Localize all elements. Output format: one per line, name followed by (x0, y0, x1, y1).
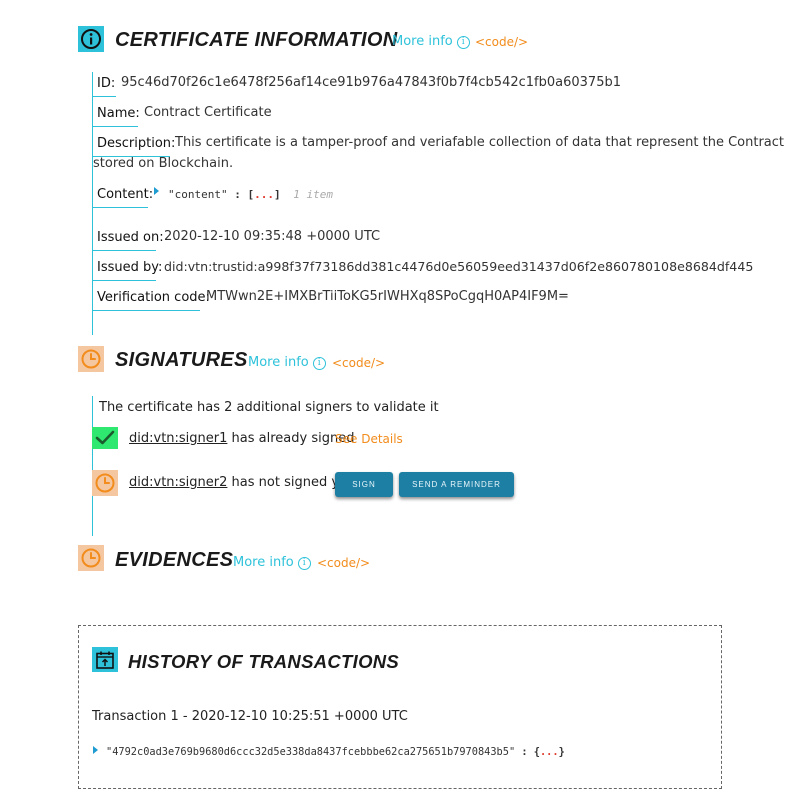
signer2-link[interactable]: did:vtn:signer2 (129, 475, 227, 490)
evidences-code-link[interactable]: <code/> (317, 556, 370, 570)
content-label: Content: (97, 187, 154, 202)
issued-by-underline (92, 280, 156, 281)
info-circle-icon: i (456, 36, 470, 49)
clock-icon (92, 470, 118, 496)
evidences-more-info-link[interactable]: More info i (233, 555, 311, 570)
transaction-label: Transaction 1 - 2020-12-10 10:25:51 +000… (92, 709, 408, 724)
more-info-label: More info (248, 355, 309, 370)
clock-icon (78, 346, 104, 372)
issued-by-label: Issued by: (97, 260, 163, 275)
info-icon (78, 26, 104, 52)
description-value-cont: stored on Blockchain. (93, 156, 234, 171)
transaction-json-key: "4792c0ad3e769b9680d6ccc32d5e338da8437fc… (106, 746, 516, 758)
issued-on-label: Issued on: (97, 230, 164, 245)
signer1-link[interactable]: did:vtn:signer1 (129, 431, 227, 446)
calendar-upload-icon (92, 647, 118, 672)
id-underline (92, 96, 116, 97)
transaction-expand-toggle[interactable] (93, 746, 98, 754)
verification-code-value: MTWwn2E+IMXBrTiiToKG5rIWHXq8SPoCgqH0AP4I… (206, 289, 569, 304)
certificate-more-info-link[interactable]: More info i (392, 34, 470, 49)
history-panel (78, 625, 722, 789)
more-info-label: More info (233, 555, 294, 570)
description-value: This certificate is a tamper-proof and v… (175, 135, 785, 150)
transaction-json-viewer[interactable]: "4792c0ad3e769b9680d6ccc32d5e338da8437fc… (106, 746, 565, 758)
signatures-title: SIGNATURES (115, 349, 248, 371)
content-expand-toggle[interactable] (154, 187, 159, 195)
transaction-json-ellipsis[interactable]: ... (540, 746, 559, 758)
issued-on-value: 2020-12-10 09:35:48 +0000 UTC (164, 229, 381, 244)
info-circle-icon: i (312, 357, 326, 370)
certificate-title: CERTIFICATE INFORMATION (115, 29, 398, 51)
description-label: Description: (97, 136, 176, 151)
issued-on-underline (92, 250, 156, 251)
history-title: HISTORY OF TRANSACTIONS (128, 651, 400, 672)
verification-code-label: Verification code: (97, 290, 210, 305)
name-label: Name: (97, 106, 140, 121)
content-json-sep: : (234, 188, 241, 201)
content-json-ellipsis[interactable]: ... (254, 188, 274, 201)
transaction-json-close: } (558, 746, 565, 758)
evidences-title: EVIDENCES (115, 549, 234, 571)
content-item-count: 1 item (293, 188, 333, 201)
more-info-label: More info (392, 34, 453, 49)
info-circle-icon: i (297, 557, 311, 570)
see-details-link[interactable]: See Details (335, 432, 403, 446)
content-json-close: ] (273, 188, 281, 201)
transaction-json-sep: : (521, 746, 528, 758)
id-value: 95c46d70f26c1e6478f256af14ce91b976a47843… (121, 75, 621, 90)
name-underline (92, 126, 138, 127)
clock-icon (78, 545, 104, 571)
check-icon (92, 427, 118, 449)
content-underline (92, 207, 148, 208)
signatures-divider (92, 396, 93, 536)
certificate-divider (92, 72, 93, 335)
signer2-row: did:vtn:signer2 has not signed yet (129, 475, 352, 490)
signatures-more-info-link[interactable]: More info i (248, 355, 326, 370)
signatures-summary: The certificate has 2 additional signers… (99, 400, 439, 415)
content-json-key: "content" (168, 188, 228, 201)
content-json-viewer[interactable]: "content" : [...] 1 item (168, 188, 333, 201)
certificate-code-link[interactable]: <code/> (475, 35, 528, 49)
name-value: Contract Certificate (144, 105, 272, 120)
sign-button[interactable]: SIGN (335, 472, 393, 497)
send-reminder-button[interactable]: SEND A REMINDER (399, 472, 514, 497)
issued-by-value: did:vtn:trustid:a998f37f73186dd381c4476d… (164, 259, 754, 274)
verification-code-underline (92, 310, 200, 311)
signatures-code-link[interactable]: <code/> (332, 356, 385, 370)
signer1-row: did:vtn:signer1 has already signed (129, 431, 354, 446)
id-label: ID: (97, 76, 116, 91)
